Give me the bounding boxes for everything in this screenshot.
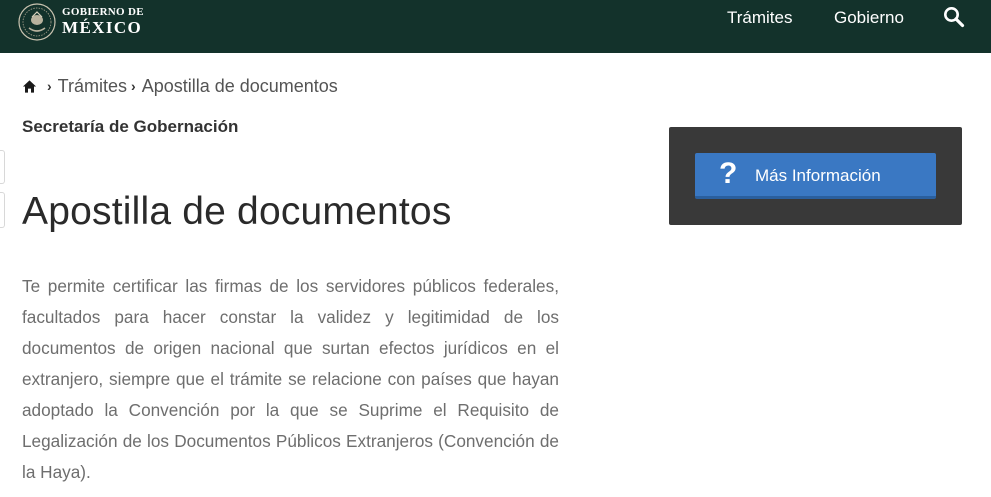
logo-line-2: MÉXICO [62, 18, 143, 37]
chevron-right-icon: › [131, 78, 136, 94]
more-info-button[interactable]: ? Más Información [695, 153, 936, 199]
nav-link-tramites[interactable]: Trámites [727, 8, 793, 28]
procedure-description: Te permite certificar las firmas de los … [22, 276, 559, 482]
chevron-right-icon: › [47, 78, 52, 94]
page-title: Apostilla de documentos [22, 190, 452, 233]
home-icon[interactable] [22, 79, 37, 94]
side-edge-tab[interactable] [0, 192, 5, 228]
more-info-label: Más Información [755, 166, 881, 185]
top-navbar: GOBIERNO DE MÉXICO Trámites Gobierno [0, 0, 991, 53]
nav-link-gobierno[interactable]: Gobierno [834, 8, 904, 28]
logo-wordmark[interactable]: GOBIERNO DE MÉXICO [62, 6, 144, 37]
info-panel: ? Más Información [669, 127, 962, 225]
logo-line-1: GOBIERNO DE [62, 6, 144, 18]
search-icon[interactable] [943, 6, 965, 28]
dependency-name: Secretaría de Gobernación [22, 117, 239, 136]
mexico-seal-logo-icon[interactable] [18, 3, 56, 41]
question-mark-icon: ? [719, 157, 738, 190]
breadcrumb-current: Apostilla de documentos [141, 75, 338, 96]
breadcrumb-link-tramites[interactable]: Trámites [58, 76, 127, 97]
breadcrumb: › Trámites › Apostilla de documentos [22, 75, 338, 97]
side-edge-tab[interactable] [0, 150, 5, 184]
